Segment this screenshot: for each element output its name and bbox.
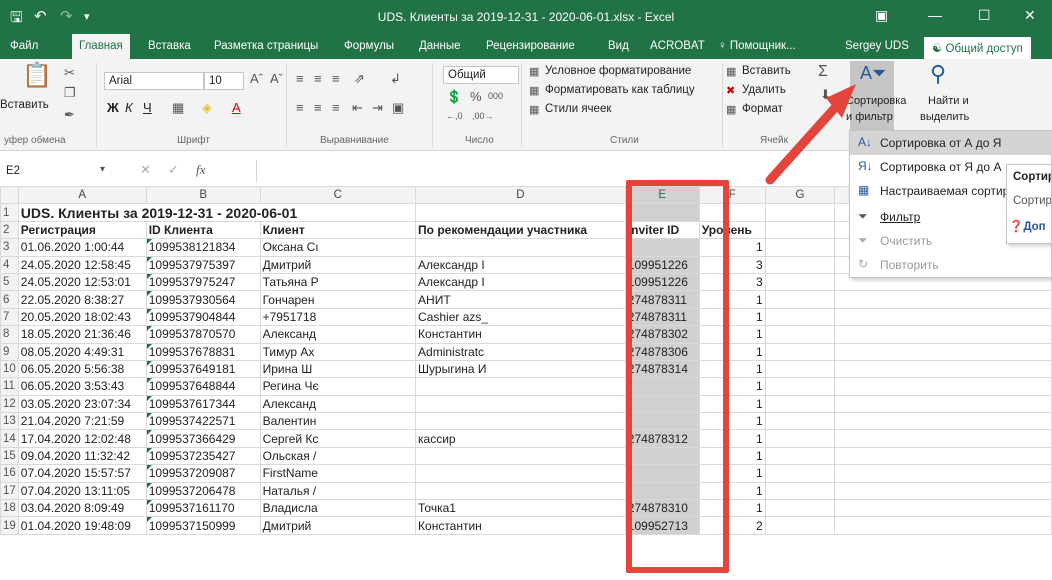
pointer-arrow (765, 84, 856, 185)
filter-icon: ⏷ (858, 209, 868, 223)
menu-label: Фильтр (880, 210, 921, 224)
tooltip-title: Сортиро (1013, 171, 1051, 183)
menu-item-reapply[interactable]: ↻ Повторить (850, 253, 1052, 277)
reapply-icon: ↻ (858, 257, 869, 271)
help-icon: ❓ (1009, 221, 1024, 233)
arrow-shaft (765, 95, 847, 185)
menu-label: Сортировка от А до Я (880, 136, 1002, 150)
tooltip-text: Сортиро (1013, 195, 1052, 207)
menu-label: Повторить (880, 258, 939, 272)
tooltip-panel: Сортиро Сортиро ❓Доп (1006, 164, 1052, 244)
menu-item-sort-asc[interactable]: A↓ Сортировка от А до Я (850, 131, 1052, 155)
clear-filter-icon: ⏷ (858, 233, 868, 247)
custom-sort-icon: ▦ (858, 183, 870, 197)
sort-desc-icon: Я↓ (858, 159, 873, 173)
tooltip-help-link[interactable]: ❓Доп (1009, 219, 1046, 233)
menu-label: Сортировка от Я до А (880, 160, 1002, 174)
menu-label: Очистить (880, 234, 933, 248)
sort-asc-icon: A↓ (858, 135, 873, 149)
tooltip-help-label: Доп (1023, 221, 1046, 233)
